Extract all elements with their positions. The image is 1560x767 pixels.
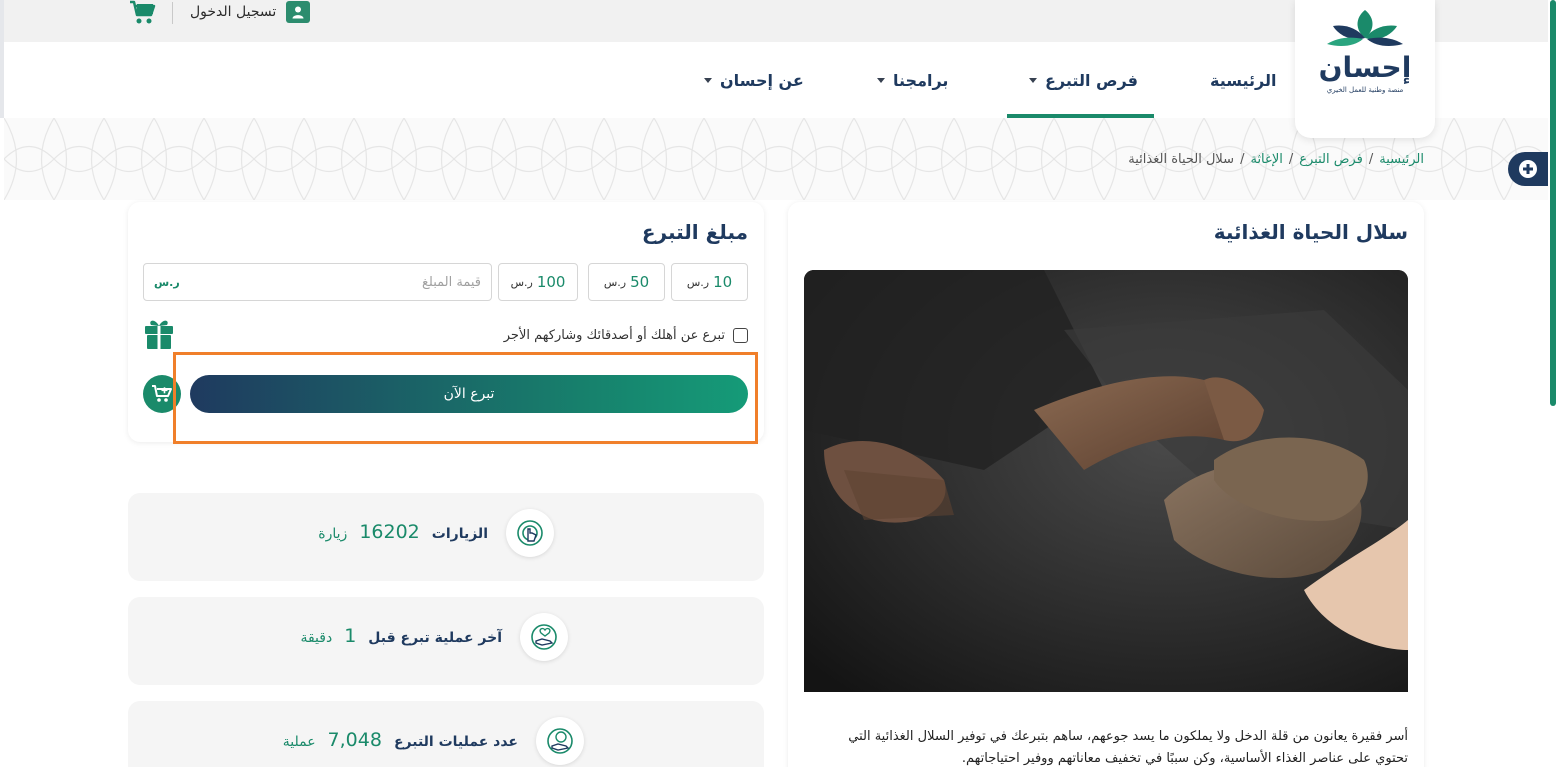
stat-unit: زيارة: [318, 526, 348, 542]
stat-label: الزيارات: [431, 526, 488, 542]
preset-value: 10: [713, 273, 733, 291]
logo-tagline: منصة وطنية للعمل الخيري: [1326, 86, 1404, 94]
amount-currency: ر.س: [154, 275, 180, 289]
project-card: سلال الحياة الغذائية أسر فقيرة يعانون من…: [788, 202, 1424, 767]
amount-options: قيمة المبلغ ر.س 100 ر.س 50 ر.س 10 ر.س: [143, 263, 748, 301]
heart-hand-icon: [520, 613, 568, 661]
nav-item-home[interactable]: الرئيسية: [1210, 42, 1277, 118]
breadcrumb-home[interactable]: الرئيسية: [1379, 152, 1424, 167]
preset-value: 50: [630, 273, 650, 291]
accessibility-toggle-button[interactable]: [1508, 152, 1552, 186]
donation-title: مبلغ التبرع: [641, 220, 748, 244]
preset-value: 100: [536, 273, 566, 291]
breadcrumb-current: سلال الحياة الغذائية: [1128, 152, 1235, 167]
gift-icon[interactable]: [144, 318, 174, 350]
gift-checkbox[interactable]: [733, 328, 748, 343]
highlight-box: [173, 352, 758, 444]
preset-amount-100[interactable]: 100 ر.س: [498, 263, 578, 301]
breadcrumb: الرئيسية / فرص التبرع / الإغاثة / سلال ا…: [1128, 152, 1424, 167]
stat-value: 1: [344, 625, 357, 647]
preset-currency: ر.س: [603, 275, 627, 289]
nav-item-label: عن إحسان: [720, 70, 804, 90]
stat-value: 7,048: [327, 729, 382, 751]
gift-option[interactable]: تبرع عن أهلك أو أصدقائك وشاركهم الأجر: [504, 328, 748, 343]
login-label: تسجيل الدخول: [190, 4, 277, 20]
logo-leaves-icon: [1327, 10, 1403, 47]
breadcrumb-separator: /: [1288, 152, 1294, 167]
plus-circle-icon: [1519, 160, 1537, 178]
preset-amount-50[interactable]: 50 ر.س: [588, 263, 665, 301]
breadcrumb-separator: /: [1240, 152, 1245, 167]
scrollbar-thumb[interactable]: [1550, 0, 1556, 406]
custom-amount-input[interactable]: قيمة المبلغ ر.س: [143, 263, 492, 301]
user-icon: [286, 1, 311, 23]
chevron-down-icon: [877, 77, 885, 83]
stat-text: عدد عمليات التبرع 7,048 عملية: [283, 729, 518, 751]
stat-value: 16202: [359, 521, 420, 543]
login-link[interactable]: تسجيل الدخول: [190, 0, 311, 24]
preset-amount-10[interactable]: 10 ر.س: [671, 263, 748, 301]
chevron-down-icon: [704, 77, 712, 83]
breadcrumb-relief[interactable]: الإغاثة: [1250, 152, 1282, 167]
nav-item-label: الرئيسية: [1210, 70, 1277, 90]
project-image: [804, 270, 1408, 692]
chevron-down-icon: [1029, 77, 1037, 83]
stat-unit: دقيقة: [300, 630, 333, 646]
nav-item-programs[interactable]: برامجنا: [877, 42, 948, 118]
nav-item-label: فرص التبرع: [1045, 70, 1138, 90]
nav-item-label: برامجنا: [893, 70, 949, 90]
nav-item-about[interactable]: عن إحسان: [704, 42, 804, 118]
nav-item-donation-opportunities[interactable]: فرص التبرع: [1007, 42, 1154, 118]
cart-icon[interactable]: [128, 0, 158, 26]
gift-label: تبرع عن أهلك أو أصدقائك وشاركهم الأجر: [503, 328, 725, 343]
stat-text: آخر عملية تبرع قبل 1 دقيقة: [300, 625, 502, 647]
stat-visits: الزيارات 16202 زيارة: [128, 493, 764, 581]
breadcrumb-opportunities[interactable]: فرص التبرع: [1299, 152, 1363, 167]
amount-placeholder: قيمة المبلغ: [422, 274, 481, 290]
preset-currency: ر.س: [510, 275, 533, 289]
site-logo[interactable]: إحسان منصة وطنية للعمل الخيري: [1295, 0, 1435, 138]
add-cart-icon: [152, 385, 172, 402]
hand-touch-icon: [506, 509, 554, 557]
logo-name: إحسان: [1318, 51, 1412, 84]
stat-unit: عملية: [282, 734, 316, 750]
project-description: أسر فقيرة يعانون من قلة الدخل ولا يملكون…: [848, 729, 1408, 766]
breadcrumb-separator: /: [1368, 152, 1374, 167]
preset-currency: ر.س: [686, 275, 710, 289]
stat-donation-count: عدد عمليات التبرع 7,048 عملية: [128, 701, 764, 767]
project-title: سلال الحياة الغذائية: [1213, 220, 1408, 244]
stat-label: آخر عملية تبرع قبل: [368, 630, 502, 646]
stat-text: الزيارات 16202 زيارة: [318, 521, 488, 543]
stat-label: عدد عمليات التبرع: [393, 734, 518, 750]
stat-last-donation: آخر عملية تبرع قبل 1 دقيقة: [128, 597, 764, 685]
top-divider: [172, 2, 173, 24]
coin-hand-icon: [536, 717, 584, 765]
